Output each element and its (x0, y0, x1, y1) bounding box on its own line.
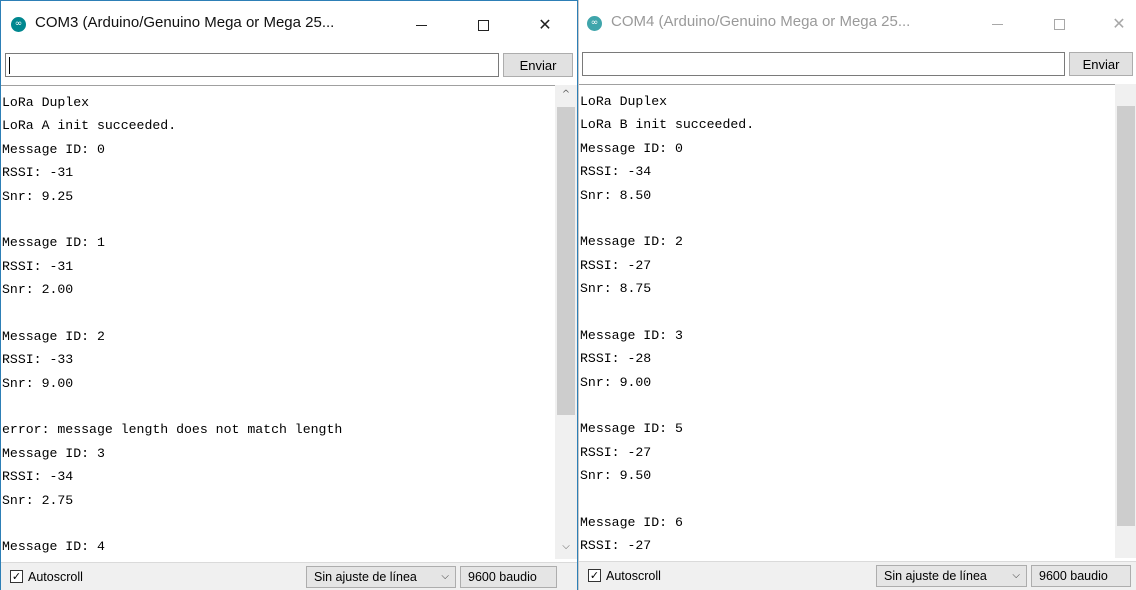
minimize-button[interactable] (399, 11, 443, 39)
console-line: Snr: 8.75 (580, 281, 652, 297)
arduino-logo-icon: ∞ (587, 16, 602, 31)
console-line: error: message length does not match len… (2, 422, 343, 438)
window-title: COM3 (Arduino/Genuino Mega or Mega 25... (35, 14, 335, 31)
minimize-icon (415, 25, 427, 26)
chevron-up-icon[interactable]: ^ (555, 87, 577, 103)
baud-rate-select[interactable]: 9600 baudio (460, 566, 557, 588)
vertical-scrollbar[interactable]: ^ ⌵ (555, 85, 577, 559)
console-line: RSSI: -31 (2, 258, 74, 274)
console-line: LoRa A init succeeded. (2, 118, 177, 134)
console-line: RSSI: -34 (2, 469, 74, 485)
console-line: RSSI: -33 (2, 352, 74, 368)
close-icon: ✕ (1112, 14, 1126, 33)
check-icon: ✓ (11, 570, 22, 583)
output-lines: LoRa Duplex LoRa A init succeeded. Message… (1, 91, 555, 559)
console-line: LoRa B init succeeded. (580, 117, 755, 133)
maximize-button[interactable] (1037, 10, 1081, 38)
send-button[interactable]: Enviar (503, 53, 573, 77)
line-ending-value: Sin ajuste de línea (884, 569, 987, 583)
status-bar: ✓ Autoscroll Sin ajuste de línea ⌵ 9600 … (579, 561, 1136, 590)
baud-rate-value: 9600 baudio (1039, 569, 1108, 583)
serial-monitor-window-com4: ∞ COM4 (Arduino/Genuino Mega or Mega 25.… (578, 0, 1136, 590)
maximize-icon (477, 20, 489, 31)
output-lines: LoRa Duplex LoRa B init succeeded. Message… (579, 90, 1115, 558)
console-line: Message ID: 1 (2, 235, 105, 251)
baud-rate-select[interactable]: 9600 baudio (1031, 565, 1131, 587)
serial-monitor-window-com3: ∞ COM3 (Arduino/Genuino Mega or Mega 25.… (0, 0, 578, 590)
serial-output[interactable]: LoRa Duplex LoRa B init succeeded. Message… (579, 84, 1115, 558)
console-line: LoRa Duplex (2, 95, 90, 110)
console-line: RSSI: -28 (580, 351, 652, 367)
send-input[interactable] (582, 52, 1065, 76)
console-line: LoRa Duplex (580, 94, 668, 109)
console-line: Message ID: 3 (2, 445, 105, 461)
console-line: RSSI: -27 (580, 257, 652, 273)
console-line: Snr: 8.50 (580, 187, 652, 203)
console-line: Snr: 9.00 (2, 375, 74, 391)
status-bar: ✓ Autoscroll Sin ajuste de línea ⌵ 9600 … (1, 562, 577, 590)
console-line: Message ID: 0 (580, 140, 683, 156)
minimize-icon (991, 24, 1003, 25)
text-caret (9, 57, 10, 74)
autoscroll-checkbox[interactable]: ✓ (588, 569, 601, 582)
console-line: Snr: 9.00 (580, 374, 652, 390)
console-line: Snr: 9.25 (2, 188, 74, 204)
check-icon: ✓ (589, 569, 600, 582)
close-button[interactable]: ✕ (1097, 10, 1136, 38)
console-line: RSSI: -34 (580, 164, 652, 180)
scroll-thumb[interactable] (557, 107, 575, 415)
close-button[interactable]: ✕ (523, 11, 567, 39)
console-line: Message ID: 3 (580, 327, 683, 343)
console-line: Snr: 2.75 (2, 492, 74, 508)
console-line: Message ID: 4 (2, 539, 105, 555)
console-line: Message ID: 5 (580, 421, 683, 437)
console-line: Message ID: 0 (2, 141, 105, 157)
chevron-down-icon: ⌵ (1012, 570, 1020, 581)
chevron-down-icon: ⌵ (441, 571, 449, 582)
send-button[interactable]: Enviar (1069, 52, 1133, 76)
console-line: Message ID: 2 (580, 234, 683, 250)
line-ending-select[interactable]: Sin ajuste de línea ⌵ (876, 565, 1027, 587)
vertical-scrollbar[interactable] (1115, 84, 1136, 558)
scroll-thumb[interactable] (1117, 106, 1135, 526)
send-bar: Enviar (579, 50, 1136, 78)
baud-rate-value: 9600 baudio (468, 570, 537, 584)
arduino-logo-icon: ∞ (11, 17, 26, 32)
console-line: Snr: 2.00 (2, 282, 74, 298)
line-ending-value: Sin ajuste de línea (314, 570, 417, 584)
maximize-button[interactable] (461, 11, 505, 39)
line-ending-select[interactable]: Sin ajuste de línea ⌵ (306, 566, 456, 588)
title-bar[interactable]: ∞ COM4 (Arduino/Genuino Mega or Mega 25.… (579, 0, 1136, 46)
autoscroll-label[interactable]: Autoscroll (606, 569, 661, 583)
minimize-button[interactable] (975, 10, 1019, 38)
console-line: RSSI: -27 (580, 444, 652, 460)
console-line: RSSI: -27 (580, 538, 652, 554)
console-line: Message ID: 2 (2, 328, 105, 344)
send-input[interactable] (5, 53, 499, 77)
console-line: Message ID: 6 (580, 515, 683, 531)
chevron-down-icon[interactable]: ⌵ (555, 539, 577, 555)
autoscroll-label[interactable]: Autoscroll (28, 570, 83, 584)
maximize-icon (1053, 19, 1065, 30)
console-line: RSSI: -31 (2, 165, 74, 181)
console-line: Snr: 9.50 (580, 468, 652, 484)
serial-output[interactable]: LoRa Duplex LoRa A init succeeded. Message… (1, 85, 555, 559)
title-bar[interactable]: ∞ COM3 (Arduino/Genuino Mega or Mega 25.… (1, 1, 577, 47)
send-bar: Enviar (1, 51, 577, 79)
window-title: COM4 (Arduino/Genuino Mega or Mega 25... (611, 13, 911, 30)
autoscroll-checkbox[interactable]: ✓ (10, 570, 23, 583)
close-icon: ✕ (538, 15, 552, 34)
